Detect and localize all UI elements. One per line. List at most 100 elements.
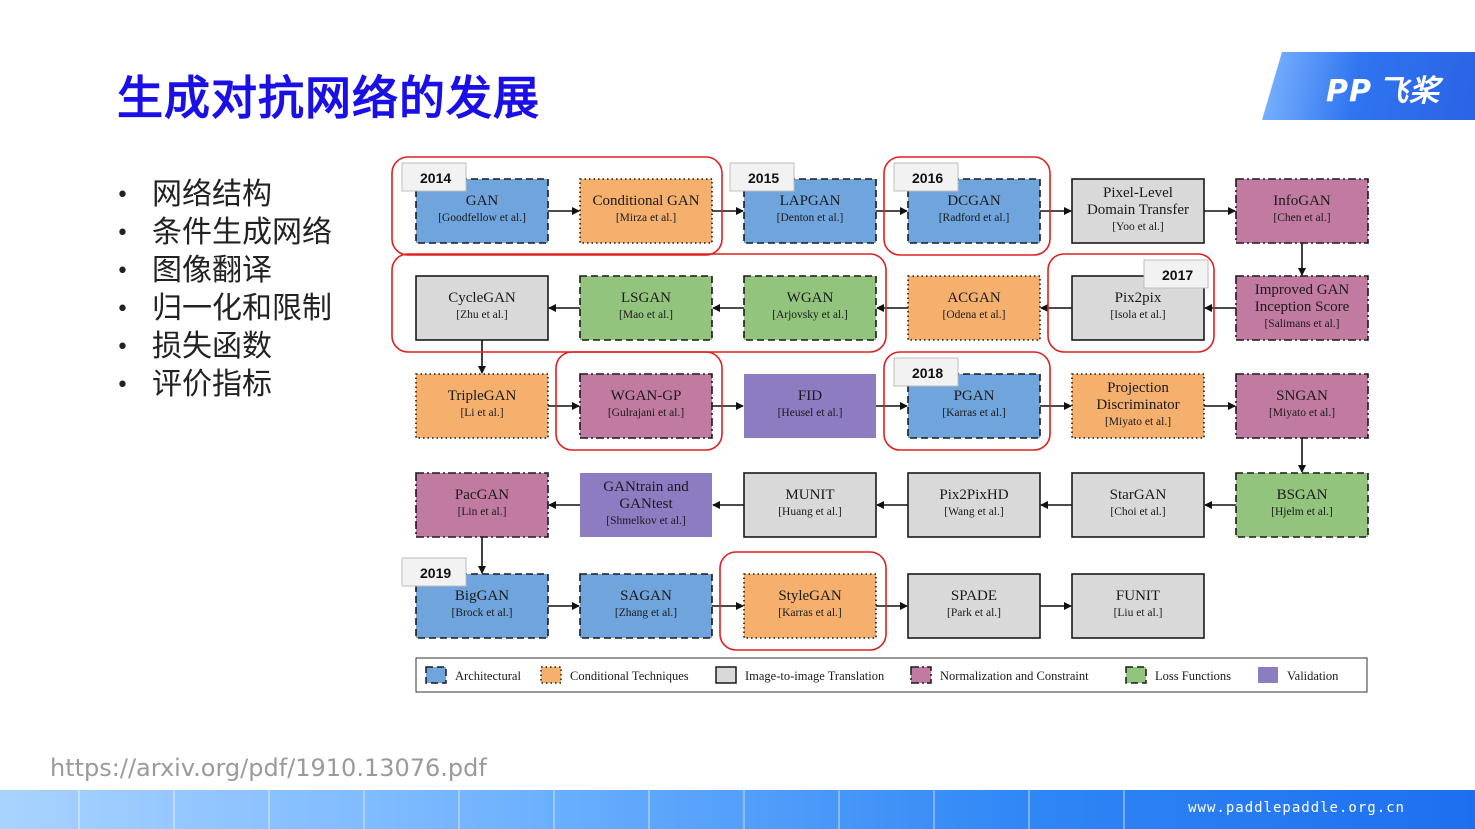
node-citation: [Lin et al.] <box>458 506 507 518</box>
node-label: PGAN <box>954 388 995 404</box>
node-citation: [Karras et al.] <box>778 607 842 619</box>
paddle-logo: PP 飞桨 <box>1326 66 1440 110</box>
node-label: GAN <box>466 193 499 209</box>
footer-stripe <box>648 790 650 829</box>
node-citation: [Choi et al.] <box>1110 506 1165 518</box>
node-pix2pixhd: Pix2PixHD [Wang et al.] <box>907 472 1041 538</box>
legend-label: Normalization and Constraint <box>940 669 1089 683</box>
bullet-text: 图像翻译 <box>152 253 272 288</box>
footer-stripe <box>173 790 175 829</box>
node-box <box>1235 472 1369 538</box>
node-label: GANtest <box>619 496 673 512</box>
node-label: GANtrain and <box>603 479 689 495</box>
node-acgan: ACGAN [Odena et al.] <box>907 275 1041 341</box>
node-sngan: SNGAN [Miyato et al.] <box>1235 373 1369 439</box>
node-box <box>907 573 1041 639</box>
node-box <box>579 373 713 439</box>
logo-label: 飞桨 <box>1377 74 1440 109</box>
node-citation: [Zhu et al.] <box>456 309 507 321</box>
node-label: SPADE <box>951 588 997 604</box>
node-label: Inception Score <box>1255 299 1350 315</box>
footer-stripe <box>553 790 555 829</box>
year-label: 2017 <box>1162 267 1193 283</box>
legend-swatch <box>1125 666 1147 684</box>
node-citation: [Gulrajani et al.] <box>608 407 684 419</box>
logo-mark: PP <box>1326 74 1372 109</box>
bullet-dot: • <box>116 259 129 284</box>
node-label: Pix2PixHD <box>939 487 1008 503</box>
node-citation: [Mao et al.] <box>619 309 673 321</box>
node-label: BSGAN <box>1277 487 1328 503</box>
node-box <box>743 472 877 538</box>
node-funit: FUNIT [Liu et al.] <box>1071 573 1205 639</box>
node-label: Projection <box>1107 380 1169 396</box>
node-citation: [Denton et al.] <box>777 212 844 224</box>
source-url[interactable]: https://arxiv.org/pdf/1910.13076.pdf <box>50 754 487 782</box>
year-label: 2019 <box>420 565 451 581</box>
node-box <box>579 275 713 341</box>
footer-stripe <box>743 790 745 829</box>
node-citation: [Heusel et al.] <box>778 407 843 419</box>
node-label: StyleGAN <box>778 588 842 604</box>
node-label: TripleGAN <box>448 388 517 404</box>
node-label: LSGAN <box>621 290 671 306</box>
node-box <box>907 275 1041 341</box>
node-citation: [Miyato et al.] <box>1269 407 1335 419</box>
bullet-item: • 图像翻译 <box>116 252 332 290</box>
node-infogan: InfoGAN [Chen et al.] <box>1235 178 1369 244</box>
node-label: LAPGAN <box>780 193 841 209</box>
legend-label: Image-to-image Translation <box>745 669 885 683</box>
node-box <box>1071 573 1205 639</box>
node-citation: [Salimans et al.] <box>1264 318 1339 330</box>
node-label: WGAN <box>787 290 834 306</box>
node-label: BigGAN <box>455 588 509 604</box>
node-pixel: Pixel-LevelDomain Transfer [Yoo et al.] <box>1071 178 1205 244</box>
bullet-text: 网络结构 <box>152 177 272 212</box>
node-box <box>1235 373 1369 439</box>
bullet-text: 条件生成网络 <box>152 215 332 250</box>
node-box <box>415 373 549 439</box>
node-label: FID <box>798 388 822 404</box>
node-citation: [Chen et al.] <box>1273 212 1330 224</box>
node-fid: FID [Heusel et al.] <box>744 374 876 438</box>
node-munit: MUNIT [Huang et al.] <box>743 472 877 538</box>
node-stylegan: StyleGAN [Karras et al.] <box>743 573 877 639</box>
legend-swatch <box>425 666 447 684</box>
legend-label: Conditional Techniques <box>570 669 689 683</box>
footer-stripe <box>1123 790 1125 829</box>
bullet-text: 评价指标 <box>152 367 272 402</box>
bullet-dot: • <box>116 221 129 246</box>
legend-swatch <box>715 666 737 684</box>
node-box <box>579 178 713 244</box>
node-box <box>415 472 549 538</box>
node-box <box>579 573 713 639</box>
node-label: PacGAN <box>455 487 509 503</box>
bullet-dot: • <box>116 297 129 322</box>
node-cyclegan: CycleGAN [Zhu et al.] <box>415 275 549 341</box>
node-citation: [Radford et al.] <box>939 212 1010 224</box>
node-wgangp: WGAN-GP [Gulrajani et al.] <box>579 373 713 439</box>
gan-timeline-diagram: GAN [Goodfellow et al.] Conditional GAN [Mi… <box>391 156 1369 693</box>
bullet-item: • 网络结构 <box>116 176 332 214</box>
node-wgan: WGAN [Arjovsky et al.] <box>743 275 877 341</box>
node-citation: [Liu et al.] <box>1114 607 1163 619</box>
bullet-dot: • <box>116 335 129 360</box>
node-label: InfoGAN <box>1273 193 1331 209</box>
footer-stripe <box>268 790 270 829</box>
node-improved: Improved GANInception Score [Salimans et … <box>1235 275 1369 341</box>
node-label: Domain Transfer <box>1087 202 1189 218</box>
node-label: StarGAN <box>1110 487 1167 503</box>
node-citation: [Park et al.] <box>947 607 1001 619</box>
bullet-list: • 网络结构 • 条件生成网络 • 图像翻译 • 归一化和限制 • 损失函数 • 评价指标 <box>116 176 332 404</box>
footer-site[interactable]: www.paddlepaddle.org.cn <box>1188 800 1405 816</box>
bullet-text: 归一化和限制 <box>152 291 332 326</box>
node-citation: [Li et al.] <box>460 407 503 419</box>
node-bsgan: BSGAN [Hjelm et al.] <box>1235 472 1369 538</box>
bullet-text: 损失函数 <box>152 329 272 364</box>
node-triplegan: TripleGAN [Li et al.] <box>415 373 549 439</box>
node-stargan: StarGAN [Choi et al.] <box>1071 472 1205 538</box>
legend-label: Validation <box>1287 669 1339 683</box>
bullet-item: • 归一化和限制 <box>116 290 332 328</box>
bullet-item: • 评价指标 <box>116 366 332 404</box>
year-label: 2015 <box>748 170 779 186</box>
